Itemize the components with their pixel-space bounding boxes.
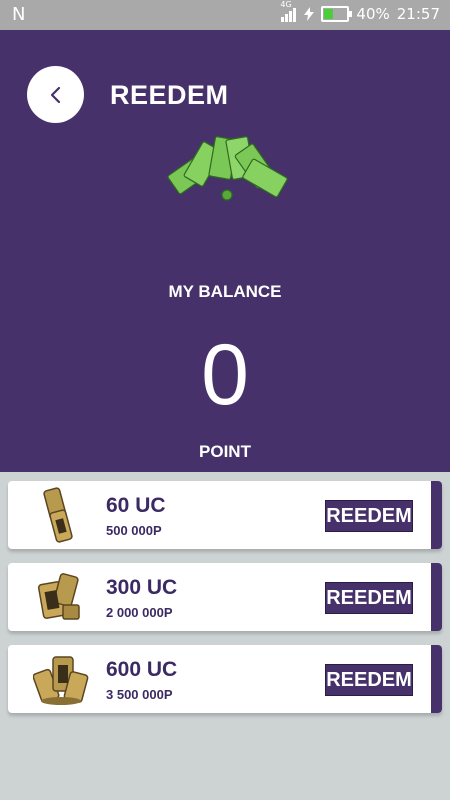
- clock: 21:57: [396, 5, 440, 23]
- offer-uc: 600 UC: [106, 658, 178, 681]
- header: REEDEM MY BALANCE 0 POINT: [0, 30, 450, 472]
- point-label: POINT: [199, 442, 251, 461]
- offer-points: 3 500 000P: [106, 687, 173, 702]
- redeem-button[interactable]: REEDEM: [325, 582, 413, 614]
- uc-pack-medium-icon: [37, 573, 80, 620]
- page-title: REEDEM: [110, 80, 229, 110]
- offer-points: 500 000P: [106, 523, 162, 538]
- offer-points: 2 000 000P: [106, 605, 173, 620]
- charging-icon: [304, 7, 315, 21]
- status-bar: N 4G 40% 21:57: [0, 0, 450, 30]
- cash-stack-icon: [167, 136, 288, 201]
- offer-card: 300 UC 2 000 000P REEDEM: [8, 563, 442, 631]
- offer-card: 600 UC 3 500 000P REEDEM: [8, 645, 442, 713]
- signal-icon: 4G: [280, 0, 297, 22]
- card-accent: [431, 481, 442, 549]
- battery-icon: [321, 6, 353, 22]
- offer-list: 60 UC 500 000P REEDEM 300 UC 2 000 000P …: [8, 481, 442, 727]
- chevron-left-icon: [50, 86, 60, 103]
- offer-uc: 60 UC: [106, 494, 166, 517]
- uc-pack-large-icon: [33, 656, 89, 705]
- notification-icon: N: [12, 4, 26, 25]
- battery-percent: 40%: [356, 5, 390, 23]
- redeem-button[interactable]: REEDEM: [325, 664, 413, 696]
- balance-value: 0: [201, 327, 249, 423]
- offer-uc: 300 UC: [106, 576, 178, 599]
- card-accent: [431, 563, 442, 631]
- card-accent: [431, 645, 442, 713]
- offer-card: 60 UC 500 000P REEDEM: [8, 481, 442, 549]
- uc-pack-small-icon: [43, 487, 73, 543]
- back-button[interactable]: [27, 66, 84, 123]
- redeem-button[interactable]: REEDEM: [325, 500, 413, 532]
- status-icons: 4G 40% 21:57: [280, 0, 440, 23]
- balance-label: MY BALANCE: [168, 282, 282, 301]
